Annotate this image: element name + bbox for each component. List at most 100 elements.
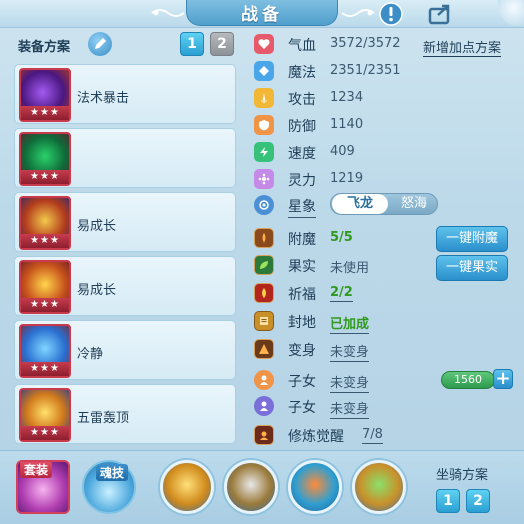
skill-row[interactable]: ★★★ 五雷轰顶	[14, 384, 236, 444]
suit-button[interactable]: 套装	[16, 460, 70, 514]
skill-name: 冷静	[77, 347, 104, 362]
stat-label: 防御	[288, 119, 316, 135]
heart-icon	[254, 34, 274, 54]
stat-value: 409	[330, 144, 355, 159]
equipment-plan-label: 装备方案	[18, 40, 71, 55]
suit-label: 套装	[20, 462, 53, 478]
child-icon	[254, 396, 274, 416]
sword-icon	[254, 88, 274, 108]
stat-attack: 攻击 1234	[254, 86, 514, 110]
help-button[interactable]	[376, 0, 406, 28]
stat-value: 未使用	[330, 261, 370, 276]
skill-row[interactable]: ★★★ 法术暴击	[14, 64, 236, 124]
title-ornament-left	[151, 9, 185, 17]
cultivation-icon	[254, 425, 274, 445]
diamond-icon	[254, 61, 274, 81]
stat-value[interactable]: 2/2	[330, 285, 353, 302]
stat-label: 速度	[288, 146, 316, 162]
stat-label: 祈福	[288, 287, 316, 303]
fruit-icon	[254, 255, 274, 275]
stat-label: 魔法	[288, 65, 316, 81]
extra-blessing: 祈福 2/2	[254, 281, 514, 305]
child-exp-bar: 1560	[441, 371, 495, 389]
skill-name: 法术暴击	[77, 91, 130, 106]
exclamation-icon	[379, 2, 403, 26]
stat-label: 子女	[288, 374, 316, 390]
stat-label: 果实	[288, 259, 316, 275]
one-click-enchant-button[interactable]: 一键附魔	[436, 226, 508, 252]
stat-value[interactable]: 未变身	[330, 341, 370, 362]
share-button[interactable]	[426, 0, 456, 28]
star-sign-option-flying-dragon[interactable]: 飞龙	[332, 194, 388, 214]
stat-value: 1234	[330, 90, 364, 105]
stat-value: 2351/2351	[330, 63, 401, 78]
skill-stars: ★★★	[21, 362, 69, 376]
skill-row[interactable]: ★★★ 易成长	[14, 256, 236, 316]
child-icon	[254, 370, 274, 390]
gear-slot-gloves[interactable]	[160, 460, 214, 514]
plan-tab-1[interactable]: 1	[180, 32, 204, 56]
star-sign-option-angry-sea[interactable]: 怒海	[391, 194, 437, 214]
page-title: 战备	[186, 0, 338, 26]
spirit-icon	[254, 169, 274, 189]
stat-mp: 魔法 2351/2351	[254, 59, 514, 83]
stat-value[interactable]: 7/8	[362, 427, 383, 444]
stat-value[interactable]: 未变身	[330, 398, 370, 419]
star-sign-toggle[interactable]: 飞龙 怒海	[330, 193, 438, 215]
stat-label: 变身	[288, 343, 316, 359]
extra-child-2: 子女 未变身	[254, 394, 514, 419]
stat-hp: 气血 3572/3572	[254, 32, 514, 56]
soul-skill-button[interactable]: 魂技	[82, 460, 136, 514]
transform-icon	[254, 339, 274, 359]
stat-speed: 速度 409	[254, 140, 514, 164]
pencil-icon	[95, 38, 106, 49]
mount-plan-label: 坐骑方案	[436, 468, 489, 483]
stat-value: 3572/3572	[330, 36, 401, 51]
gear-slot-weapon[interactable]	[224, 460, 278, 514]
gear-slot-helmet[interactable]	[352, 460, 406, 514]
add-exp-button[interactable]: +	[493, 369, 513, 389]
extra-cultivation: 修炼觉醒 7/8	[254, 423, 514, 447]
star-sign-icon	[254, 195, 274, 215]
stat-label: 子女	[288, 400, 316, 416]
mount-tab-1[interactable]: 1	[436, 489, 460, 513]
edit-plan-button[interactable]	[88, 32, 112, 56]
skill-row[interactable]: ★★★ 冷静	[14, 320, 236, 380]
stat-value[interactable]: 已加成	[330, 313, 370, 334]
stat-label: 附魔	[288, 232, 316, 248]
skill-name: 易成长	[77, 283, 117, 298]
shield-icon	[254, 115, 274, 135]
stat-label: 封地	[288, 315, 316, 331]
skill-row[interactable]: ★★★ 易成长	[14, 192, 236, 252]
extra-fief: 封地 已加成	[254, 309, 514, 334]
stat-spirit: 灵力 1219	[254, 167, 514, 191]
skill-stars: ★★★	[21, 426, 69, 440]
stat-label: 灵力	[288, 173, 316, 189]
enchant-icon	[254, 228, 274, 248]
title-ornament-right	[341, 9, 375, 17]
extra-transform: 变身 未变身	[254, 337, 514, 362]
stat-value: 5/5	[330, 230, 353, 245]
skill-stars: ★★★	[21, 234, 69, 248]
stat-label: 修炼觉醒	[288, 429, 344, 445]
stat-value[interactable]: 未变身	[330, 372, 370, 393]
skill-stars: ★★★	[21, 106, 69, 120]
stat-value: 1140	[330, 117, 364, 132]
scroll-icon	[254, 311, 274, 331]
skill-stars: ★★★	[21, 170, 69, 184]
share-icon	[428, 4, 450, 25]
blessing-icon	[254, 283, 274, 303]
star-sign-label[interactable]: 星象	[288, 196, 316, 218]
mount-tab-2[interactable]: 2	[466, 489, 490, 513]
stat-label: 气血	[288, 38, 316, 54]
skill-stars: ★★★	[21, 298, 69, 312]
stat-value: 1219	[330, 171, 364, 186]
gear-slot-orb[interactable]	[288, 460, 342, 514]
skill-row[interactable]: ★★★	[14, 128, 236, 188]
soul-skill-label: 魂技	[96, 464, 129, 481]
stat-defense: 防御 1140	[254, 113, 514, 137]
stat-label: 攻击	[288, 92, 316, 108]
skill-name: 易成长	[77, 219, 117, 234]
plan-tab-2[interactable]: 2	[210, 32, 234, 56]
one-click-fruit-button[interactable]: 一键果实	[436, 255, 508, 281]
